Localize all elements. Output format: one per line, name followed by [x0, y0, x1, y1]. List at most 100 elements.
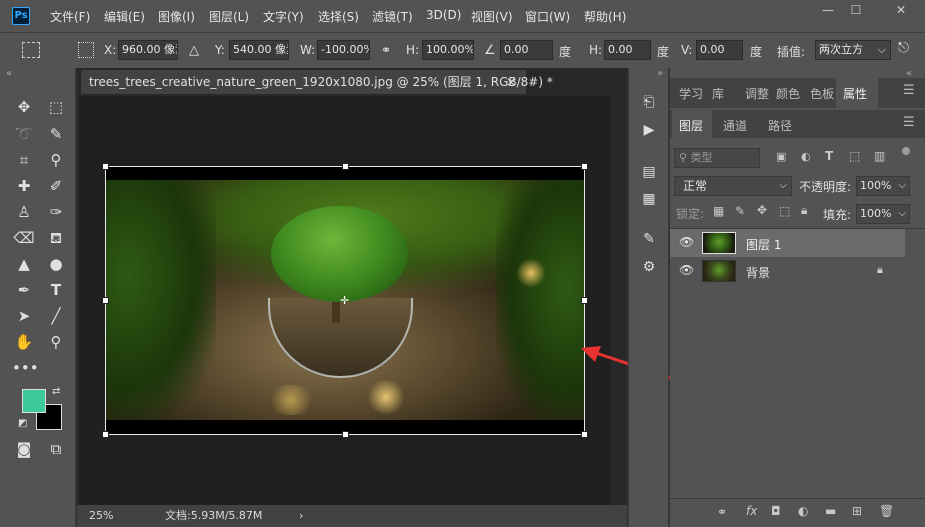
zoom-level[interactable]: 25% — [89, 506, 113, 526]
quick-mask-icon[interactable]: ◙ — [12, 438, 36, 460]
transform-handle-bottom-left[interactable] — [102, 431, 109, 438]
reference-point-icon[interactable] — [78, 42, 94, 58]
y-field[interactable]: 540.00 像素 — [229, 40, 289, 60]
new-group-icon[interactable]: ▬ — [825, 504, 836, 518]
close-button[interactable]: ✕ — [890, 2, 912, 18]
tab-properties[interactable]: 属性 — [843, 85, 867, 102]
menu-edit[interactable]: 编辑(E) — [104, 8, 145, 25]
screen-mode-icon[interactable]: ⧉ — [44, 438, 68, 460]
lock-position-icon[interactable]: ✥ — [757, 203, 767, 217]
quick-select-icon[interactable]: ✎ — [44, 123, 68, 145]
notes-icon[interactable]: ▦ — [639, 190, 659, 208]
zoom-icon[interactable]: ⚲ — [44, 331, 68, 353]
fill-field[interactable]: 100% ⌵ — [856, 204, 910, 224]
layer-mask-icon[interactable]: ◘ — [771, 504, 781, 518]
collapse-icon[interactable]: « — [906, 68, 912, 79]
tab-paths[interactable]: 路径 — [768, 117, 792, 134]
vskew-field[interactable]: 0.00 — [696, 40, 743, 60]
tab-swatches[interactable]: 色板 — [810, 85, 834, 102]
tab-layers[interactable]: 图层 — [679, 117, 703, 134]
eraser-icon[interactable]: ⌫ — [12, 227, 36, 249]
lock-artboard-icon[interactable]: ⬚ — [779, 204, 790, 218]
bucket-icon[interactable]: ⛾ — [44, 227, 68, 249]
document-tab[interactable]: trees_trees_creative_nature_green_1920x1… — [81, 70, 553, 94]
delete-layer-icon[interactable]: 🗑︎ — [879, 504, 894, 518]
menu-help[interactable]: 帮助(H) — [584, 8, 626, 25]
brush-icon[interactable]: ✐ — [44, 175, 68, 197]
angle-field[interactable]: 0.00 — [500, 40, 553, 60]
menu-view[interactable]: 视图(V) — [471, 8, 513, 25]
tab-learn[interactable]: 学习 — [679, 85, 703, 102]
new-layer-icon[interactable]: ⊞ — [852, 504, 862, 518]
tab-adjustments[interactable]: 调整 — [745, 85, 769, 102]
transform-center-icon[interactable]: ✛ — [340, 294, 349, 307]
panel-menu-icon[interactable]: ☰ — [903, 83, 915, 98]
opacity-field[interactable]: 100% ⌵ — [856, 176, 910, 196]
eyedropper-icon[interactable]: ⚲ — [44, 149, 68, 171]
history-icon[interactable]: ⎗ — [639, 93, 659, 111]
filter-toggle-icon[interactable] — [902, 147, 910, 155]
lasso-icon[interactable]: ➰ — [12, 123, 36, 145]
link-layers-icon[interactable]: ⚭ — [717, 505, 727, 519]
menu-select[interactable]: 选择(S) — [318, 8, 359, 25]
layer-name[interactable]: 背景 — [746, 264, 770, 281]
info-icon[interactable]: ▤ — [639, 163, 659, 181]
delta-icon[interactable]: △ — [189, 43, 199, 58]
transform-handle-top[interactable] — [342, 163, 349, 170]
link-icon[interactable]: ⚭ — [381, 43, 391, 57]
height-field[interactable]: 100.00% — [422, 40, 474, 60]
move-icon[interactable]: ✥ — [12, 96, 36, 118]
stamp-icon[interactable]: ♙ — [12, 201, 36, 223]
lock-all-icon[interactable]: 🔒︎ — [801, 203, 807, 218]
filter-shape-icon[interactable]: ⬚ — [849, 149, 860, 163]
status-menu-arrow-icon[interactable]: › — [299, 506, 303, 526]
fx-icon[interactable]: fx — [746, 504, 757, 518]
filter-smart-object-icon[interactable]: ▥ — [874, 149, 885, 163]
more-tools-icon[interactable]: ••• — [12, 357, 39, 379]
eye-icon[interactable]: 👁︎ — [679, 263, 694, 277]
transform-handle-top-left[interactable] — [102, 163, 109, 170]
marquee-icon[interactable]: ⬚ — [44, 96, 68, 118]
blur-icon[interactable]: ▲ — [12, 253, 36, 275]
tab-channels[interactable]: 通道 — [723, 117, 747, 134]
menu-3d[interactable]: 3D(D) — [426, 8, 461, 22]
swap-colors-icon[interactable]: ⇄ — [52, 386, 60, 397]
menu-image[interactable]: 图像(I) — [158, 8, 195, 25]
width-field[interactable]: -100.00% — [317, 40, 370, 60]
minimize-button[interactable]: — — [817, 2, 839, 18]
default-colors-icon[interactable]: ◩ — [18, 418, 27, 429]
layer-row[interactable]: 👁︎ 图层 1 — [670, 229, 905, 257]
transform-handle-bottom[interactable] — [342, 431, 349, 438]
menu-filter[interactable]: 滤镜(T) — [372, 8, 413, 25]
layer-row[interactable]: 👁︎ 背景 🔒︎ — [670, 257, 905, 285]
transform-handle-right[interactable] — [581, 297, 588, 304]
lock-transparent-icon[interactable]: ▦ — [713, 204, 724, 218]
panel-menu-icon[interactable]: ☰ — [903, 115, 915, 130]
pen-icon[interactable]: ✒ — [12, 279, 36, 301]
filter-adjustment-icon[interactable]: ◐ — [801, 150, 811, 163]
menu-file[interactable]: 文件(F) — [50, 8, 90, 25]
lock-pixels-icon[interactable]: ✎ — [735, 204, 745, 218]
menu-window[interactable]: 窗口(W) — [525, 8, 570, 25]
hand-icon[interactable]: ✋ — [12, 331, 36, 353]
tool-presets-icon[interactable]: ⚙ — [639, 258, 659, 276]
filter-image-icon[interactable]: ▣ — [776, 150, 786, 163]
close-tab-icon[interactable]: × — [506, 70, 516, 94]
layer-name[interactable]: 图层 1 — [746, 236, 781, 253]
adjustment-layer-icon[interactable]: ◐ — [798, 504, 808, 518]
type-icon[interactable]: T — [44, 279, 68, 301]
x-field[interactable]: 960.00 像素 — [118, 40, 178, 60]
crop-icon[interactable]: ⌗ — [12, 149, 36, 171]
path-select-icon[interactable]: ➤ — [12, 305, 36, 327]
transform-handle-top-right[interactable] — [581, 163, 588, 170]
interp-select[interactable]: 两次立方 ⌵ — [815, 40, 891, 60]
hskew-field[interactable]: 0.00 — [604, 40, 651, 60]
collapse-icon[interactable]: « — [6, 68, 12, 79]
eye-icon[interactable]: 👁︎ — [679, 235, 694, 249]
dodge-icon[interactable]: ● — [44, 253, 68, 275]
transform-handle-bottom-right[interactable] — [581, 431, 588, 438]
actions-play-icon[interactable]: ▶ — [639, 121, 659, 139]
layer-filter-select[interactable]: ⚲ 类型 — [674, 148, 760, 168]
healing-icon[interactable]: ✚ — [12, 175, 36, 197]
blend-mode-select[interactable]: 正常 ⌵ — [674, 176, 792, 196]
